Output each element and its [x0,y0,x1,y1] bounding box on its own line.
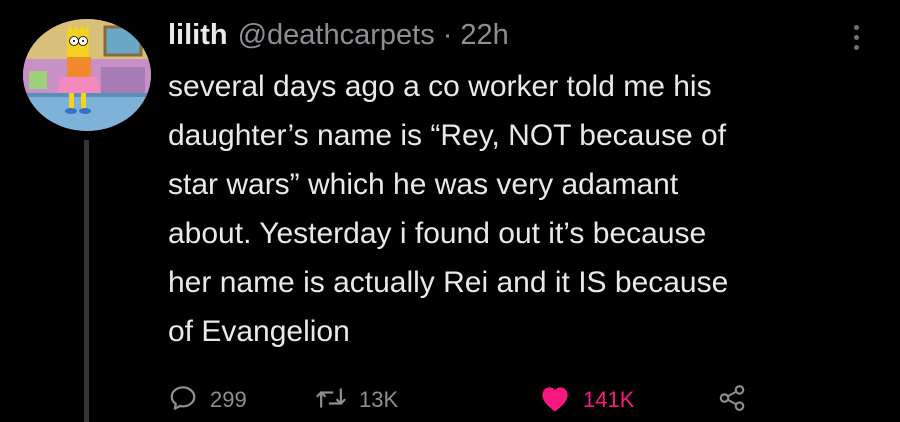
header-separator: · [442,18,453,51]
share-nodes-icon [717,383,747,418]
more-dot [853,44,859,50]
avatar[interactable] [23,19,151,131]
thread-line [84,140,89,422]
more-dot [853,34,859,40]
retweet-button[interactable]: 13K [315,380,398,420]
timestamp[interactable]: 22h [460,19,508,52]
like-count: 141K [583,387,635,412]
retweet-count: 13K [359,387,399,412]
tweet[interactable]: lilith @deathcarpets · 22h several days … [0,0,900,422]
retweet-arrows-icon [315,383,347,418]
more-dot [853,24,859,30]
display-name[interactable]: lilith [168,19,228,52]
more-vertical-icon[interactable] [846,20,866,54]
tweet-text: several days ago a co worker told me his… [168,70,729,348]
tweet-header: lilith @deathcarpets · 22h [168,16,509,54]
share-button[interactable] [717,380,747,420]
speech-bubble-icon [168,383,198,418]
like-button[interactable]: 141K [539,380,634,420]
action-bar: 299 13K 141K [168,380,768,420]
heart-icon [539,383,571,418]
handle[interactable]: @deathcarpets [238,19,435,52]
reply-button[interactable]: 299 [168,380,247,420]
reply-count: 299 [210,387,247,412]
